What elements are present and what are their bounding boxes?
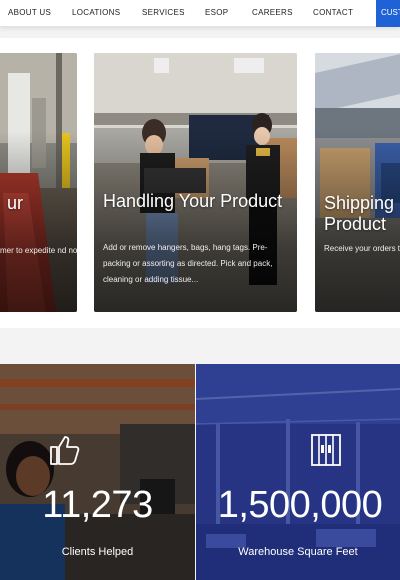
nav-services[interactable]: SERVICES xyxy=(142,8,185,17)
nav-about[interactable]: ABOUT US xyxy=(8,8,51,17)
card-description: mer to expedite nd notify you of xyxy=(0,246,77,255)
nav-esop[interactable]: ESOP xyxy=(205,8,228,17)
card-title: Shipping Product xyxy=(324,193,395,234)
card-description: Add or remove hangers, bags, hang tags. … xyxy=(103,243,273,284)
clients-count: 11,273 xyxy=(42,484,153,526)
warehouse-sqft: 1,500,000 xyxy=(217,484,383,526)
service-card-receiving[interactable]: ur mer to expedite nd notify you of xyxy=(0,53,77,312)
warehouse-label: Warehouse Square Feet xyxy=(238,546,358,558)
card-description: Receive your orders transmission. Floor … xyxy=(324,244,400,253)
nav-locations[interactable]: LOCATIONS xyxy=(72,8,120,17)
card-title: Handling Your Product xyxy=(103,191,283,211)
card-overlay xyxy=(315,53,400,312)
nav-contact[interactable]: CONTACT xyxy=(313,8,353,17)
thumbs-up-icon xyxy=(50,436,80,465)
service-card-shipping[interactable]: Shipping Product Receive your orders tra… xyxy=(315,53,400,312)
card-title: ur xyxy=(7,193,24,213)
top-nav: ABOUT US LOCATIONS SERVICES ESOP CAREERS… xyxy=(0,0,400,27)
card-overlay xyxy=(0,53,77,312)
nav-customer-button[interactable]: CUST xyxy=(376,0,400,27)
warehouse-icon xyxy=(311,434,341,466)
stat-clients: 11,273 Clients Helped xyxy=(0,364,195,580)
service-card-handling[interactable]: Handling Your Product Add or remove hang… xyxy=(94,53,297,312)
stat-warehouse: 1,500,000 Warehouse Square Feet xyxy=(196,364,400,580)
nav-careers[interactable]: CAREERS xyxy=(252,8,293,17)
clients-label: Clients Helped xyxy=(61,546,134,558)
